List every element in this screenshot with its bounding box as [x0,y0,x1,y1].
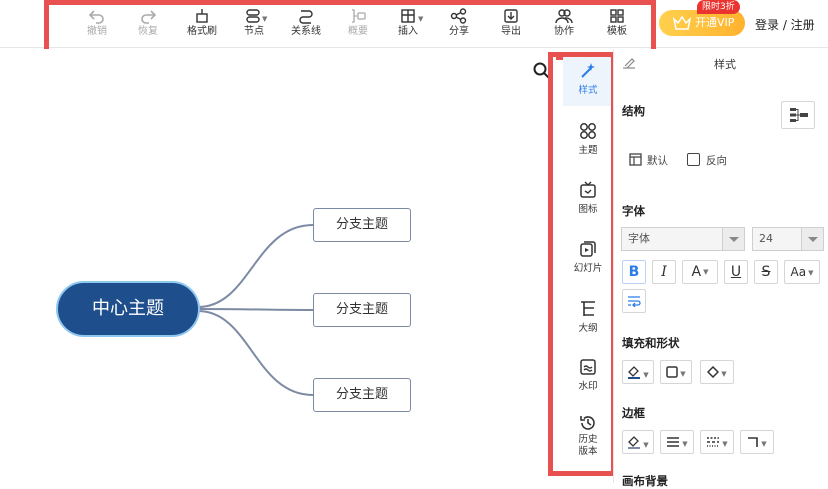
text-case-button[interactable]: Aa ▼ [784,260,820,284]
shape-style-button[interactable]: ▼ [660,360,692,384]
central-topic[interactable]: 中心主题 [56,281,200,337]
text-wrap-icon [628,296,641,308]
edit-icon [623,58,635,69]
reverse-option-label: 反向 [706,155,727,167]
text-wrap-button[interactable] [622,289,646,313]
mindmap-connectors [197,224,314,396]
mindmap-canvas[interactable]: 分支主题 分支主题 分支主题 [0,49,556,483]
font-family-value: 字体 [628,232,650,245]
reverse-checkbox[interactable] [687,153,700,166]
font-family-select[interactable]: 字体 [621,227,745,251]
border-dash-button[interactable]: ▼ [700,430,734,454]
style-panel: 样式 结构 默认 反向 字体 字体 24 B I A ▼ U S Aa ▼ 填充和形… [613,49,828,488]
italic-button[interactable]: I [652,260,676,284]
diamond-shape-icon [707,365,720,379]
border-color-button[interactable]: ▼ [622,430,654,454]
branch-topic[interactable]: 分支主题 [313,293,411,327]
chevron-down-icon [722,228,744,250]
crown-icon [673,16,691,30]
square-shape-icon [666,366,679,378]
connector-line [197,310,314,396]
fill-color-button[interactable]: ▼ [622,360,654,384]
connector-line [197,224,314,308]
strikethrough-button[interactable]: S [754,260,778,284]
paint-bucket-icon [628,366,641,379]
dash-style-icon [707,437,720,447]
default-option-label[interactable]: 默认 [647,153,668,168]
branch-topic[interactable]: 分支主题 [313,378,411,412]
font-title: 字体 [622,204,645,218]
paint-bucket-icon [628,436,641,449]
corner-style-button[interactable]: ▼ [740,430,774,454]
corner-icon [748,437,759,447]
font-size-value: 24 [759,232,773,245]
structure-title: 结构 [622,104,645,118]
connector-line [197,308,314,311]
border-title: 边框 [622,406,645,420]
fill-shape-title: 填充和形状 [622,336,680,350]
structure-select[interactable] [781,101,815,129]
font-color-button[interactable]: A ▼ [682,260,718,284]
shape-select-button[interactable]: ▼ [700,360,734,384]
vip-discount-badge: 限时3折 [697,0,740,14]
structure-icon [790,108,808,122]
canvas-background-title: 画布背景 [622,474,668,488]
border-width-button[interactable]: ▼ [660,430,694,454]
sidetabs-highlight-frame [548,52,616,476]
underline-button[interactable]: U [724,260,748,284]
login-register-link[interactable]: 登录 / 注册 [755,16,815,33]
bold-button[interactable]: B [622,260,646,284]
line-width-icon [667,437,680,447]
font-size-select[interactable]: 24 [752,227,824,251]
chevron-down-icon [801,228,823,250]
vip-label: 开通VIP [695,16,735,29]
panel-title: 样式 [714,58,736,71]
default-layout-icon [629,153,642,166]
branch-topic[interactable]: 分支主题 [313,208,411,242]
